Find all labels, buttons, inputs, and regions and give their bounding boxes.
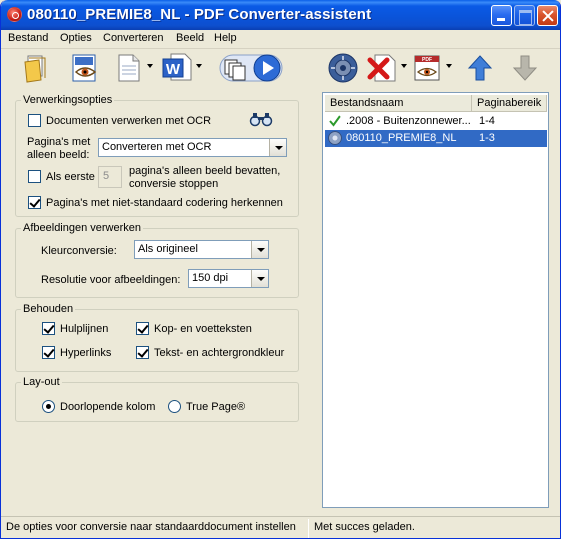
file-list[interactable]: Bestandsnaam Paginabereik .2008 - Buiten…	[322, 92, 549, 508]
first-pages-suffix-1: pagina's alleen beeld bevatten,	[129, 165, 281, 177]
status-divider	[308, 519, 309, 538]
resolution-select[interactable]: 150 dpi	[188, 269, 269, 288]
menu-bar: Bestand Opties Converteren Beeld Help	[1, 30, 560, 49]
menu-converteren[interactable]: Converteren	[103, 32, 164, 44]
nonstandard-checkbox[interactable]	[28, 196, 41, 209]
settings-gear-icon[interactable]	[327, 52, 359, 84]
document-view-icon[interactable]	[113, 52, 145, 84]
pages-play-icon[interactable]	[219, 52, 285, 84]
ocr-eye-icon[interactable]	[69, 52, 101, 84]
guidelines-checkbox[interactable]	[42, 322, 55, 335]
resolution-value: 150 dpi	[192, 272, 229, 284]
remove-icon[interactable]	[367, 52, 399, 84]
keep-legend: Behouden	[23, 303, 74, 315]
keep-group: Behouden	[15, 303, 299, 372]
word-format-icon[interactable]: W	[161, 52, 193, 84]
first-pages-suffix-2: conversie stoppen	[129, 178, 219, 190]
guidelines-label: Hulplijnen	[60, 323, 109, 335]
open-icon[interactable]	[21, 52, 53, 84]
menu-bestand[interactable]: Bestand	[8, 32, 48, 44]
pending-gear-icon	[328, 131, 342, 145]
file-page-range: 1-4	[479, 115, 495, 127]
status-text-right: Met succes geladen.	[314, 521, 415, 533]
image-only-select[interactable]: Converteren met OCR	[98, 138, 287, 157]
first-pages-label: Als eerste	[46, 171, 95, 183]
text-background-color-label: Tekst- en achtergrondkleur	[154, 347, 285, 359]
binoculars-icon[interactable]	[249, 111, 273, 127]
svg-text:PDF: PDF	[422, 57, 432, 63]
pdf-view-dropdown-icon[interactable]	[446, 64, 452, 68]
pdf-view-icon[interactable]: PDF	[412, 52, 444, 84]
window-title: 080110_PREMIE8_NL - PDF Converter-assist…	[27, 6, 372, 23]
format-dropdown-icon[interactable]	[196, 64, 202, 68]
hyperlinks-label: Hyperlinks	[60, 347, 112, 359]
file-row[interactable]: .2008 - Buitenzonnewer... 1-4	[325, 113, 547, 130]
headers-footers-checkbox[interactable]	[136, 322, 149, 335]
move-down-icon[interactable]	[509, 52, 541, 84]
flowing-column-radio[interactable]	[42, 400, 55, 413]
processing-legend: Verwerkingsopties	[23, 94, 113, 106]
resolution-label: Resolutie voor afbeeldingen:	[41, 274, 181, 286]
menu-beeld[interactable]: Beeld	[176, 32, 204, 44]
file-name: .2008 - Buitenzonnewer...	[346, 115, 471, 127]
chevron-down-icon[interactable]	[251, 241, 268, 258]
menu-help[interactable]: Help	[214, 32, 237, 44]
app-icon[interactable]	[7, 7, 22, 22]
image-only-label-2: alleen beeld:	[27, 149, 90, 161]
color-conversion-value: Als origineel	[138, 243, 198, 255]
svg-text:W: W	[166, 61, 181, 78]
hyperlinks-checkbox[interactable]	[42, 346, 55, 359]
first-pages-field[interactable]: 5	[98, 166, 122, 188]
text-background-color-checkbox[interactable]	[136, 346, 149, 359]
main-window: 080110_PREMIE8_NL - PDF Converter-assist…	[0, 0, 561, 539]
column-header-filename[interactable]: Bestandsnaam	[325, 95, 472, 112]
check-icon	[329, 115, 341, 127]
color-conversion-select[interactable]: Als origineel	[134, 240, 269, 259]
file-name: 080110_PREMIE8_NL	[346, 132, 457, 144]
first-pages-checkbox[interactable]	[28, 170, 41, 183]
layout-group: Lay-out	[15, 376, 299, 422]
chevron-down-icon[interactable]	[251, 270, 268, 287]
true-page-label: True Page®	[186, 401, 246, 413]
title-bar[interactable]: 080110_PREMIE8_NL - PDF Converter-assist…	[1, 0, 560, 30]
document-view-dropdown-icon[interactable]	[147, 64, 153, 68]
remove-dropdown-icon[interactable]	[401, 64, 407, 68]
ocr-label: Documenten verwerken met OCR	[46, 115, 212, 127]
color-conversion-label: Kleurconversie:	[41, 245, 117, 257]
close-button[interactable]	[537, 5, 558, 26]
status-text-left: De opties voor conversie naar standaardd…	[6, 521, 296, 533]
status-bar: De opties voor conversie naar standaardd…	[1, 516, 560, 538]
images-legend: Afbeeldingen verwerken	[23, 222, 142, 234]
minimize-button[interactable]	[491, 5, 512, 26]
nonstandard-label: Pagina's met niet-standaard codering her…	[46, 197, 283, 209]
image-only-value: Converteren met OCR	[102, 141, 212, 153]
menu-opties[interactable]: Opties	[60, 32, 92, 44]
headers-footers-label: Kop- en voetteksten	[154, 323, 252, 335]
column-header-page-range[interactable]: Paginabereik	[472, 95, 547, 112]
file-page-range: 1-3	[479, 132, 495, 144]
first-pages-value: 5	[103, 170, 110, 182]
move-up-icon[interactable]	[464, 52, 496, 84]
flowing-column-label: Doorlopende kolom	[60, 401, 156, 413]
true-page-radio[interactable]	[168, 400, 181, 413]
ocr-checkbox[interactable]	[28, 114, 41, 127]
file-row-selected[interactable]: 080110_PREMIE8_NL 1-3	[325, 130, 547, 147]
chevron-down-icon[interactable]	[269, 139, 286, 156]
layout-legend: Lay-out	[23, 376, 60, 388]
maximize-button[interactable]	[514, 5, 535, 26]
image-only-label-1: Pagina's met	[27, 136, 91, 148]
toolbar: W PDF	[1, 50, 560, 88]
